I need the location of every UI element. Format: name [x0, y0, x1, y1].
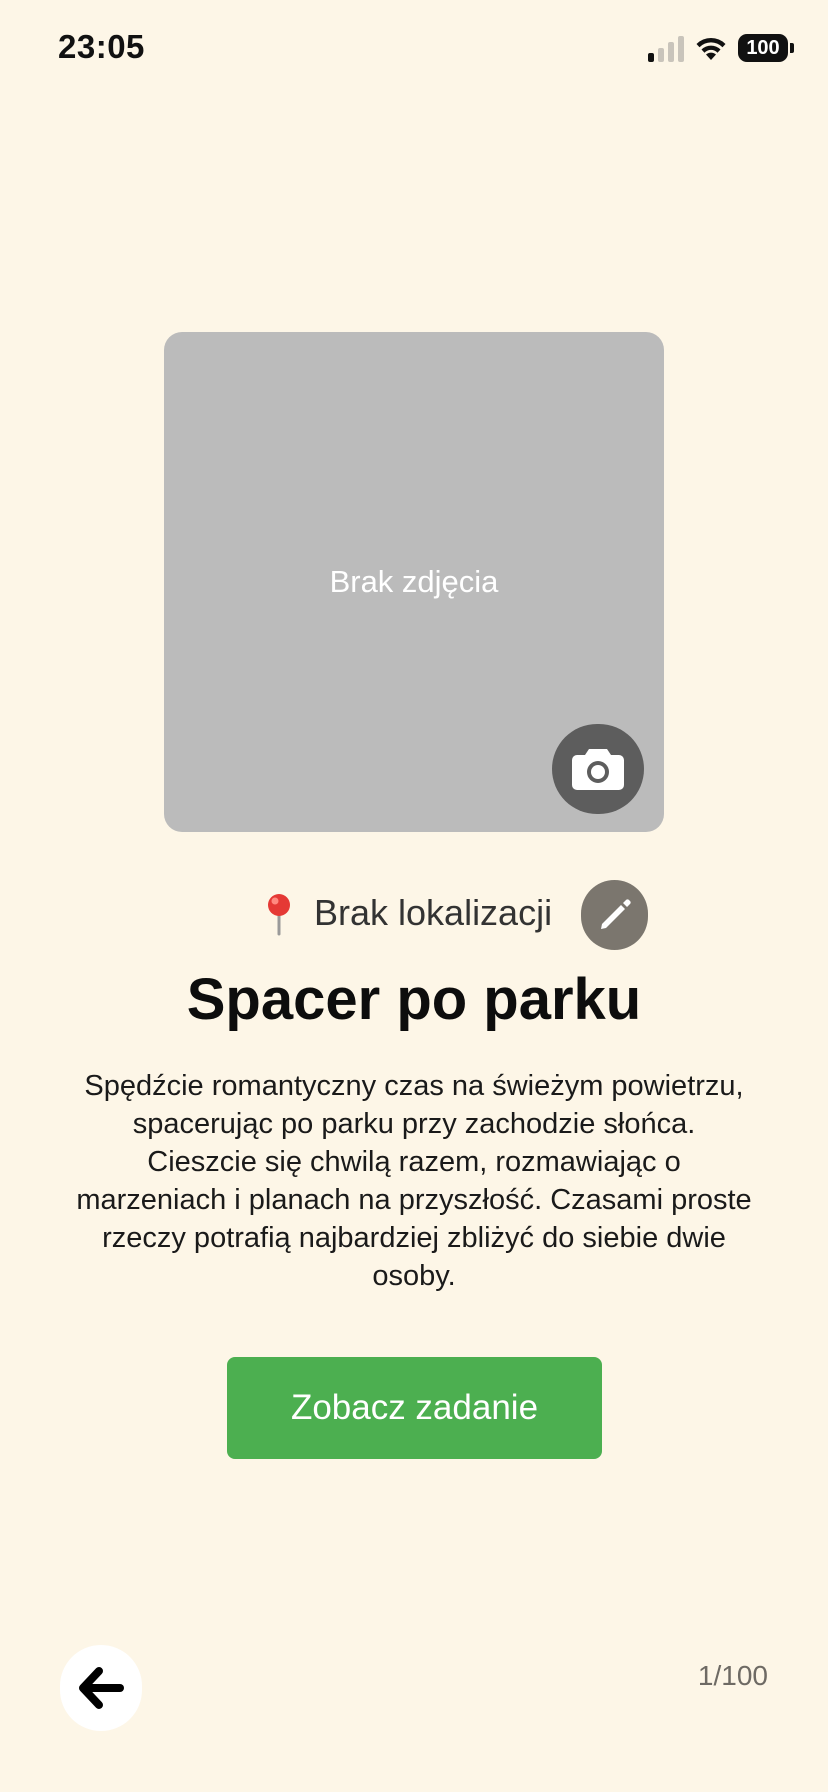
- task-title: Spacer po parku: [186, 967, 642, 1032]
- arrow-left-icon: [79, 1667, 124, 1709]
- location-row: Brak lokalizacji: [0, 880, 828, 950]
- wifi-icon: [696, 37, 726, 60]
- task-counter: 1/100: [697, 1660, 768, 1691]
- battery-level: 100: [738, 34, 788, 62]
- location-label: Brak lokalizacji: [314, 892, 553, 933]
- edit-location-button[interactable]: [581, 880, 648, 950]
- pin-icon: [268, 894, 290, 936]
- status-time: 23:05: [58, 28, 145, 65]
- no-photo-label: Brak zdjęcia: [329, 564, 499, 599]
- task-description: Spędźcie romantyczny czas na świeżym pow…: [76, 1070, 752, 1292]
- cellular-signal-icon: [648, 34, 684, 62]
- pencil-icon: [600, 899, 631, 929]
- add-photo-button[interactable]: [552, 724, 644, 814]
- status-icons: 100: [648, 34, 794, 62]
- back-button[interactable]: [60, 1645, 142, 1731]
- camera-icon: [572, 749, 624, 790]
- view-task-button[interactable]: Zobacz zadanie: [227, 1357, 602, 1459]
- battery-icon: 100: [738, 34, 794, 62]
- photo-placeholder: Brak zdjęcia: [164, 332, 664, 832]
